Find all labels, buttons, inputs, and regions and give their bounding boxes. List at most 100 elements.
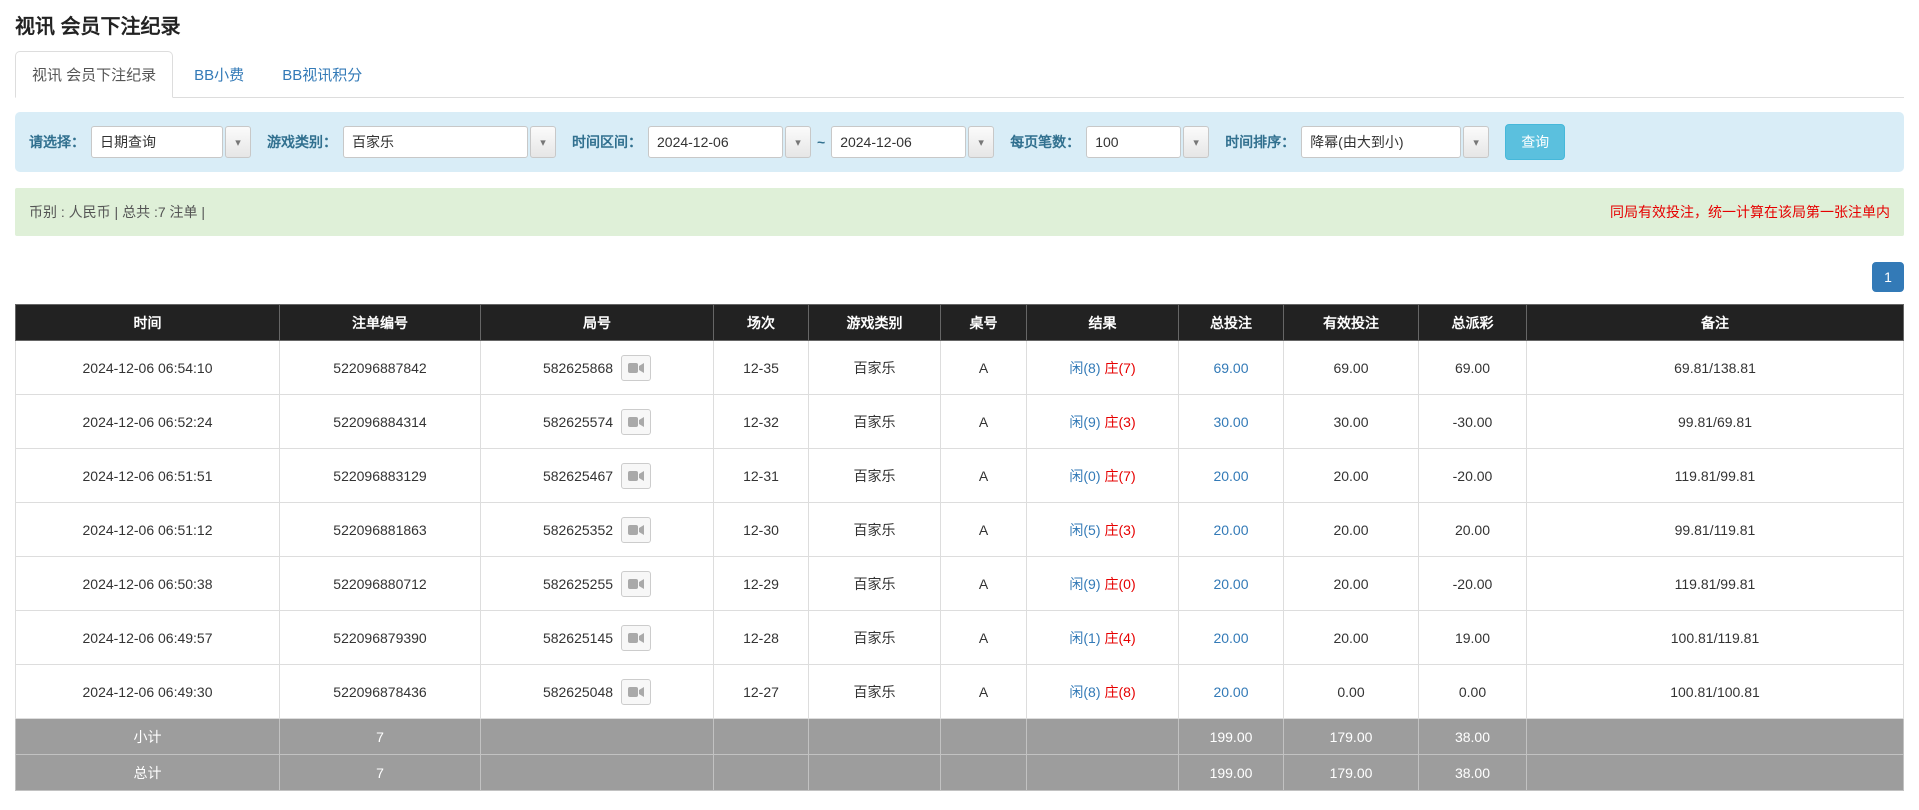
game-type-cell: 百家乐	[809, 395, 941, 449]
bet-id-cell: 522096878436	[280, 665, 481, 719]
total-valid-bet: 179.00	[1284, 755, 1419, 791]
game-type-cell: 百家乐	[809, 665, 941, 719]
chevron-down-icon[interactable]: ▾	[1183, 126, 1209, 158]
valid-bet-cell: 20.00	[1284, 611, 1419, 665]
round-cell: 582625574	[481, 395, 714, 449]
table-row: 2024-12-06 06:50:38 522096880712 5826252…	[16, 557, 1904, 611]
total-bet-link[interactable]: 20.00	[1213, 522, 1248, 538]
col-total-bet: 总投注	[1179, 305, 1284, 341]
time-cell: 2024-12-06 06:49:57	[16, 611, 280, 665]
payout-cell: -30.00	[1419, 395, 1527, 449]
result-player: 闲(9)	[1069, 576, 1100, 592]
table-header: 时间 注单编号 局号 场次 游戏类别 桌号 结果 总投注 有效投注 总派彩 备注	[16, 305, 1904, 341]
total-bet-cell: 20.00	[1179, 503, 1284, 557]
note-cell: 119.81/99.81	[1527, 449, 1904, 503]
select-type-input[interactable]	[91, 126, 223, 158]
result-banker: 庄(0)	[1105, 576, 1136, 592]
date-to-combo: ▾	[831, 126, 994, 158]
payout-cell: 69.00	[1419, 341, 1527, 395]
total-total-bet: 199.00	[1179, 755, 1284, 791]
video-replay-icon[interactable]	[621, 571, 651, 597]
col-valid-bet: 有效投注	[1284, 305, 1419, 341]
round-id: 582625574	[543, 414, 613, 430]
table-no-cell: A	[941, 665, 1027, 719]
total-bet-cell: 20.00	[1179, 611, 1284, 665]
video-replay-icon[interactable]	[621, 679, 651, 705]
time-cell: 2024-12-06 06:50:38	[16, 557, 280, 611]
result-cell: 闲(8)庄(8)	[1027, 665, 1179, 719]
video-replay-icon[interactable]	[621, 625, 651, 651]
date-from-combo: ▾	[648, 126, 811, 158]
result-cell: 闲(0)庄(7)	[1027, 449, 1179, 503]
session-cell: 12-29	[714, 557, 809, 611]
valid-bet-cell: 20.00	[1284, 557, 1419, 611]
video-replay-icon[interactable]	[621, 355, 651, 381]
round-id: 582625255	[543, 576, 613, 592]
result-player: 闲(9)	[1069, 414, 1100, 430]
tab-bb-tip[interactable]: BB小费	[177, 51, 261, 98]
page-title: 视讯 会员下注纪录	[15, 10, 1904, 39]
tab-betting-records[interactable]: 视讯 会员下注纪录	[15, 51, 173, 98]
result-player: 闲(0)	[1069, 468, 1100, 484]
note-cell: 99.81/119.81	[1527, 503, 1904, 557]
round-id: 582625352	[543, 522, 613, 538]
valid-bet-cell: 0.00	[1284, 665, 1419, 719]
payout-cell: -20.00	[1419, 557, 1527, 611]
chevron-down-icon[interactable]: ▾	[1463, 126, 1489, 158]
session-cell: 12-28	[714, 611, 809, 665]
chevron-down-icon[interactable]: ▾	[785, 126, 811, 158]
bet-id-cell: 522096879390	[280, 611, 481, 665]
video-replay-icon[interactable]	[621, 463, 651, 489]
page-size-input[interactable]	[1086, 126, 1181, 158]
chevron-down-icon[interactable]: ▾	[530, 126, 556, 158]
page-size-combo: ▾	[1086, 126, 1209, 158]
result-banker: 庄(3)	[1105, 522, 1136, 538]
table-row: 2024-12-06 06:52:24 522096884314 5826255…	[16, 395, 1904, 449]
valid-bet-cell: 30.00	[1284, 395, 1419, 449]
payout-cell: -20.00	[1419, 449, 1527, 503]
subtotal-valid-bet: 179.00	[1284, 719, 1419, 755]
total-bet-link[interactable]: 20.00	[1213, 576, 1248, 592]
total-bet-link[interactable]: 20.00	[1213, 468, 1248, 484]
date-from-input[interactable]	[648, 126, 783, 158]
query-button[interactable]: 查询	[1505, 124, 1565, 160]
game-type-cell: 百家乐	[809, 503, 941, 557]
result-banker: 庄(4)	[1105, 630, 1136, 646]
round-cell: 582625145	[481, 611, 714, 665]
tab-bb-video-points[interactable]: BB视讯积分	[265, 51, 379, 98]
total-bet-link[interactable]: 30.00	[1213, 414, 1248, 430]
page-1-button[interactable]: 1	[1872, 262, 1904, 292]
video-replay-icon[interactable]	[621, 409, 651, 435]
total-bet-link[interactable]: 20.00	[1213, 630, 1248, 646]
subtotal-payout: 38.00	[1419, 719, 1527, 755]
total-bet-link[interactable]: 20.00	[1213, 684, 1248, 700]
session-cell: 12-30	[714, 503, 809, 557]
valid-bet-cell: 20.00	[1284, 503, 1419, 557]
select-type-label: 请选择：	[29, 132, 85, 152]
subtotal-total-bet: 199.00	[1179, 719, 1284, 755]
chevron-down-icon[interactable]: ▾	[968, 126, 994, 158]
total-count: 7	[280, 755, 481, 791]
result-player: 闲(8)	[1069, 360, 1100, 376]
valid-bet-cell: 20.00	[1284, 449, 1419, 503]
game-type-input[interactable]	[343, 126, 528, 158]
game-type-cell: 百家乐	[809, 449, 941, 503]
table-row: 2024-12-06 06:49:57 522096879390 5826251…	[16, 611, 1904, 665]
chevron-down-icon[interactable]: ▾	[225, 126, 251, 158]
subtotal-row: 小计 7 199.00 179.00 38.00	[16, 719, 1904, 755]
round-cell: 582625352	[481, 503, 714, 557]
note-cell: 69.81/138.81	[1527, 341, 1904, 395]
bet-id-cell: 522096884314	[280, 395, 481, 449]
total-bet-cell: 30.00	[1179, 395, 1284, 449]
col-time: 时间	[16, 305, 280, 341]
table-no-cell: A	[941, 449, 1027, 503]
summary-bar: 币别 : 人民币 | 总共 :7 注单 | 同局有效投注，统一计算在该局第一张注…	[15, 188, 1904, 236]
total-bet-cell: 69.00	[1179, 341, 1284, 395]
subtotal-count: 7	[280, 719, 481, 755]
video-replay-icon[interactable]	[621, 517, 651, 543]
sort-order-input[interactable]	[1301, 126, 1461, 158]
date-to-input[interactable]	[831, 126, 966, 158]
total-bet-link[interactable]: 69.00	[1213, 360, 1248, 376]
table-no-cell: A	[941, 341, 1027, 395]
round-id: 582625868	[543, 360, 613, 376]
